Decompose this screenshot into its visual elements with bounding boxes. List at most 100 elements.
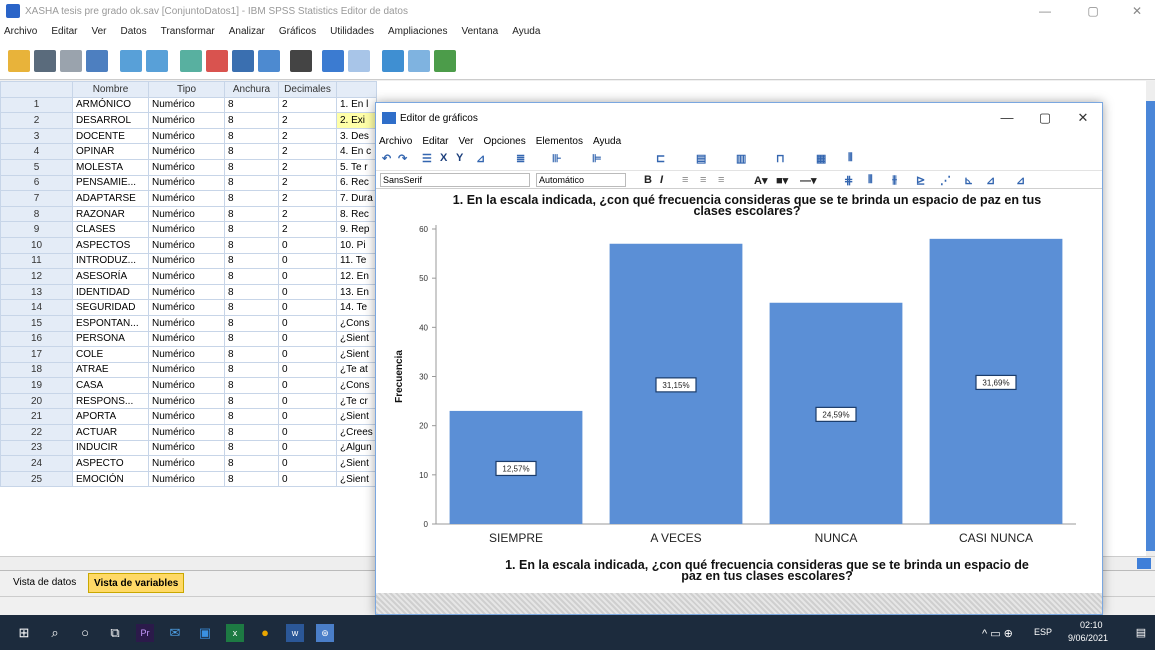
variable-label[interactable]: 13. En bbox=[336, 283, 377, 301]
row-number[interactable]: 20 bbox=[0, 392, 73, 410]
variable-decimals[interactable]: 0 bbox=[278, 268, 337, 285]
editor-menu-item[interactable]: Editar bbox=[422, 136, 448, 147]
variable-width[interactable]: 8 bbox=[224, 346, 279, 363]
variable-label[interactable]: 4. En c bbox=[336, 143, 377, 160]
excel-icon[interactable]: x bbox=[226, 624, 244, 642]
table-row[interactable]: 24 ASPECTO Numérico 8 0 ¿Sient bbox=[0, 455, 377, 472]
variable-decimals[interactable]: 0 bbox=[278, 408, 337, 426]
show-data-labels-icon[interactable]: ⊓ bbox=[776, 152, 785, 165]
table-row[interactable]: 4 OPINAR Numérico 8 2 4. En c bbox=[0, 143, 377, 160]
tab-data-view[interactable]: Vista de datos bbox=[8, 573, 81, 593]
variable-label[interactable]: 12. En bbox=[336, 268, 377, 285]
variable-type[interactable]: Numérico bbox=[148, 377, 225, 394]
variable-width[interactable]: 8 bbox=[224, 143, 279, 160]
variable-decimals[interactable]: 0 bbox=[278, 236, 337, 254]
variable-type[interactable]: Numérico bbox=[148, 143, 225, 160]
variable-type[interactable]: Numérico bbox=[148, 361, 225, 379]
variable-name[interactable]: DOCENTE bbox=[72, 127, 149, 145]
editor-menu-item[interactable]: Elementos bbox=[536, 136, 583, 147]
variable-label[interactable]: 14. Te bbox=[336, 299, 377, 316]
variable-label[interactable]: 11. Te bbox=[336, 252, 377, 270]
variable-type[interactable]: Numérico bbox=[148, 424, 225, 441]
goto-case-icon[interactable] bbox=[180, 50, 202, 72]
variable-name[interactable]: APORTA bbox=[72, 408, 149, 426]
split-file-icon[interactable] bbox=[382, 50, 404, 72]
variable-decimals[interactable]: 0 bbox=[278, 455, 337, 472]
editor-maximize-button[interactable]: ▢ bbox=[1026, 103, 1064, 133]
variable-name[interactable]: IDENTIDAD bbox=[72, 283, 149, 301]
variable-type[interactable]: Numérico bbox=[148, 455, 225, 472]
column-header[interactable]: Nombre bbox=[72, 81, 149, 98]
variable-decimals[interactable]: 0 bbox=[278, 424, 337, 441]
variable-decimals[interactable]: 0 bbox=[278, 361, 337, 379]
row-number[interactable]: 19 bbox=[0, 377, 73, 394]
variable-label[interactable]: 1. En l bbox=[336, 96, 377, 114]
variable-name[interactable]: INTRODUZ... bbox=[72, 252, 149, 270]
variable-name[interactable]: RAZONAR bbox=[72, 205, 149, 223]
language-indicator[interactable]: ESP bbox=[1034, 627, 1052, 637]
variable-decimals[interactable]: 0 bbox=[278, 314, 337, 332]
variable-label[interactable]: ¿Te at bbox=[336, 361, 377, 379]
font-size-select[interactable]: Automático bbox=[536, 173, 626, 187]
table-row[interactable]: 22 ACTUAR Numérico 8 0 ¿Crees bbox=[0, 424, 377, 441]
fit-line-icon[interactable]: ⊏ bbox=[656, 152, 665, 165]
variable-decimals[interactable]: 2 bbox=[278, 127, 337, 145]
variable-name[interactable]: OPINAR bbox=[72, 143, 149, 160]
reference-line-icon[interactable]: ⊫ bbox=[592, 152, 602, 165]
scatter-icon[interactable]: ⋰ bbox=[940, 174, 951, 187]
variable-decimals[interactable]: 0 bbox=[278, 330, 337, 348]
variable-label[interactable]: 9. Rep bbox=[336, 221, 377, 238]
row-number[interactable]: 3 bbox=[0, 127, 73, 145]
table-row[interactable]: 15 ESPONTAN... Numérico 8 0 ¿Cons bbox=[0, 314, 377, 332]
variable-width[interactable]: 8 bbox=[224, 268, 279, 285]
variable-type[interactable]: Numérico bbox=[148, 392, 225, 410]
line-chart-icon[interactable]: ⫵ bbox=[892, 174, 897, 187]
cortana-icon[interactable]: ○ bbox=[76, 624, 94, 642]
variable-type[interactable]: Numérico bbox=[148, 96, 225, 114]
row-number[interactable]: 22 bbox=[0, 424, 73, 441]
row-number[interactable]: 6 bbox=[0, 174, 73, 192]
table-row[interactable]: 17 COLE Numérico 8 0 ¿Sient bbox=[0, 346, 377, 363]
variable-name[interactable]: ACTUAR bbox=[72, 424, 149, 441]
menu-item[interactable]: Archivo bbox=[4, 26, 37, 37]
row-number[interactable]: 15 bbox=[0, 314, 73, 332]
table-row[interactable]: 11 INTRODUZ... Numérico 8 0 11. Te bbox=[0, 252, 377, 270]
save-icon[interactable] bbox=[34, 50, 56, 72]
variable-width[interactable]: 8 bbox=[224, 252, 279, 270]
variable-name[interactable]: ESPONTAN... bbox=[72, 314, 149, 332]
variable-type[interactable]: Numérico bbox=[148, 314, 225, 332]
variable-width[interactable]: 8 bbox=[224, 455, 279, 472]
mail-icon[interactable]: ✉ bbox=[166, 624, 184, 642]
variable-name[interactable]: PERSONA bbox=[72, 330, 149, 348]
align-right-icon[interactable]: ≡ bbox=[718, 174, 724, 186]
menu-item[interactable]: Datos bbox=[121, 26, 147, 37]
font-name-select[interactable]: SansSerif bbox=[380, 173, 530, 187]
variable-decimals[interactable]: 2 bbox=[278, 112, 337, 129]
variable-name[interactable]: EMOCIÓN bbox=[72, 470, 149, 488]
align-center-icon[interactable]: ≡ bbox=[700, 174, 706, 186]
variable-type[interactable]: Numérico bbox=[148, 127, 225, 145]
table-row[interactable]: 14 SEGURIDAD Numérico 8 0 14. Te bbox=[0, 299, 377, 316]
bar-options-icon[interactable]: ▥ bbox=[736, 152, 746, 165]
table-row[interactable]: 1 ARMÓNICO Numérico 8 2 1. En l bbox=[0, 96, 377, 114]
fill-color-icon[interactable]: ■▾ bbox=[776, 174, 788, 187]
table-row[interactable]: 19 CASA Numérico 8 0 ¿Cons bbox=[0, 377, 377, 394]
variable-width[interactable]: 8 bbox=[224, 439, 279, 457]
data-labels-icon[interactable]: ⊪ bbox=[552, 152, 562, 165]
undo-icon[interactable]: ↶ bbox=[382, 152, 391, 165]
table-row[interactable]: 9 CLASES Numérico 8 2 9. Rep bbox=[0, 221, 377, 238]
row-number[interactable]: 12 bbox=[0, 268, 73, 285]
table-row[interactable]: 5 MOLESTA Numérico 8 2 5. Te r bbox=[0, 158, 377, 176]
variable-name[interactable]: ASESORÍA bbox=[72, 268, 149, 285]
variable-name[interactable]: ASPECTO bbox=[72, 455, 149, 472]
variable-width[interactable]: 8 bbox=[224, 236, 279, 254]
menu-item[interactable]: Ventana bbox=[462, 26, 499, 37]
variable-width[interactable]: 8 bbox=[224, 221, 279, 238]
undo-icon[interactable] bbox=[120, 50, 142, 72]
variable-label[interactable]: ¿Sient bbox=[336, 470, 377, 488]
word-icon[interactable]: w bbox=[286, 624, 304, 642]
editor-menu-item[interactable]: Opciones bbox=[484, 136, 526, 147]
notifications-icon[interactable]: ▤ bbox=[1132, 624, 1150, 642]
variable-label[interactable]: 5. Te r bbox=[336, 158, 377, 176]
line-style-icon[interactable]: —▾ bbox=[800, 174, 817, 187]
